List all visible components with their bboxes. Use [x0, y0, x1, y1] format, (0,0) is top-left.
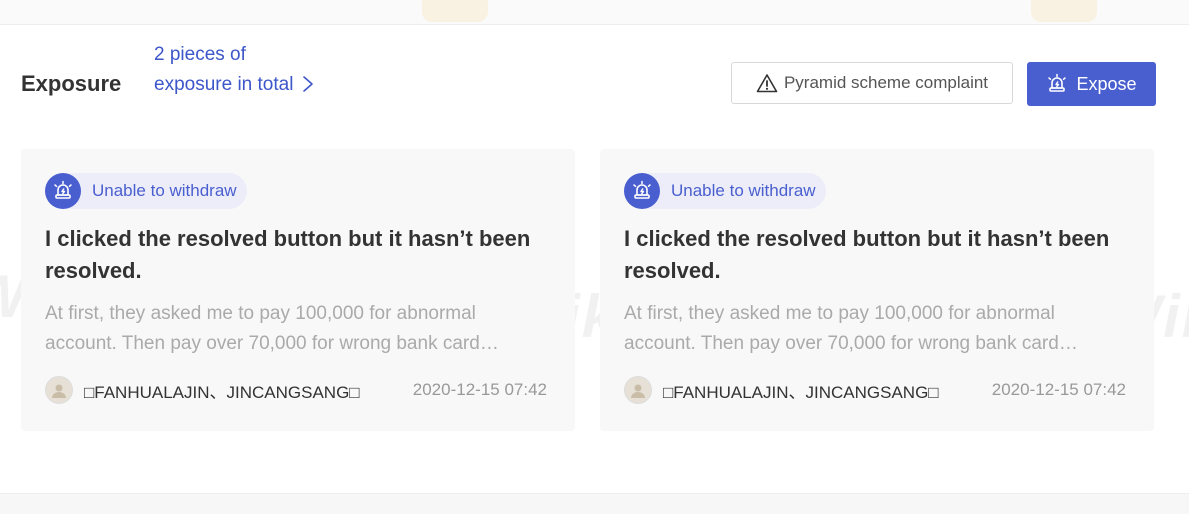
card-description: At first, they asked me to pay 100,000 f…	[624, 303, 1059, 354]
alarm-siren-icon	[1048, 73, 1067, 92]
user-avatar	[624, 376, 652, 404]
card-title[interactable]: I clicked the resolved button but it has…	[45, 223, 535, 287]
category-tag: Unable to withdraw	[45, 173, 247, 209]
author-name: □FANHUALAJIN、JINCANGSANG□	[84, 382, 360, 402]
post-date: 2020-12-15 07:42	[991, 380, 1126, 399]
exposure-page: WikiFX WikiFX WikiFX Exposure 2 pieces o…	[0, 0, 1189, 514]
post-date: 2020-12-15 07:42	[412, 380, 547, 399]
section-title: Exposure	[21, 71, 122, 96]
card-title[interactable]: I clicked the resolved button but it has…	[624, 223, 1114, 287]
category-tag-label: Unable to withdraw	[671, 181, 816, 200]
bottom-divider-strip	[0, 493, 1189, 514]
top-divider-strip	[0, 0, 1189, 25]
card-description: At first, they asked me to pay 100,000 f…	[45, 303, 480, 354]
warning-triangle-icon	[756, 74, 778, 93]
exposure-count-link[interactable]: 2 pieces of exposure in total	[154, 40, 294, 100]
category-tag: Unable to withdraw	[624, 173, 826, 209]
card-footer: □FANHUALAJIN、JINCANGSANG□ 2020-12-15 07:…	[45, 375, 551, 405]
exposure-card[interactable]: Unable to withdraw I clicked the resolve…	[600, 149, 1154, 431]
expose-button-label: Expose	[1076, 73, 1137, 94]
card-footer: □FANHUALAJIN、JINCANGSANG□ 2020-12-15 07:…	[624, 375, 1130, 405]
pyramid-complaint-button[interactable]: Pyramid scheme complaint	[731, 62, 1013, 104]
expose-button[interactable]: Expose	[1027, 62, 1156, 106]
category-tag-label: Unable to withdraw	[92, 181, 237, 200]
author-name: □FANHUALAJIN、JINCANGSANG□	[663, 382, 939, 402]
exposure-card[interactable]: Unable to withdraw I clicked the resolve…	[21, 149, 575, 431]
alarm-siren-icon	[624, 173, 660, 209]
user-avatar	[45, 376, 73, 404]
chevron-right-icon[interactable]	[298, 74, 318, 94]
alarm-siren-icon	[45, 173, 81, 209]
complaint-button-label: Pyramid scheme complaint	[783, 73, 989, 92]
